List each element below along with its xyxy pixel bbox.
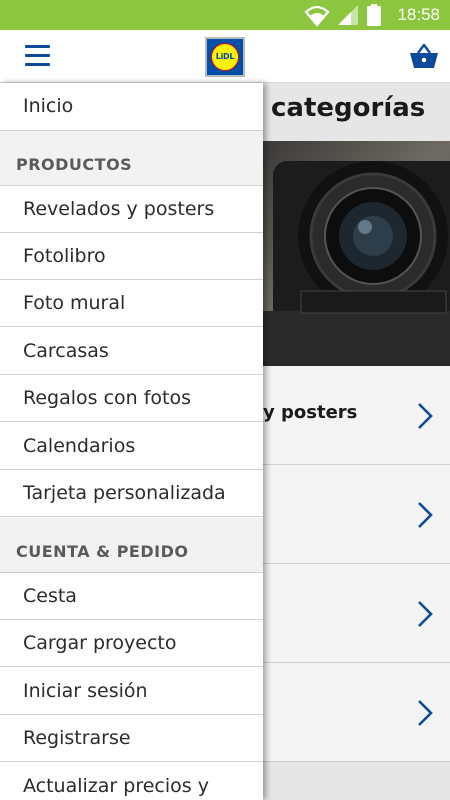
navigation-drawer: Inicio PRODUCTOS Revelados y posters Fot… bbox=[0, 83, 263, 800]
drawer-item-foto-mural[interactable]: Foto mural bbox=[0, 280, 263, 327]
drawer-item-inicio[interactable]: Inicio bbox=[0, 83, 263, 131]
logo-text: LiDL bbox=[211, 43, 239, 71]
menu-icon[interactable] bbox=[25, 45, 50, 67]
drawer-item-fotolibro[interactable]: Fotolibro bbox=[0, 233, 263, 280]
hero-camera-image bbox=[263, 141, 450, 366]
drawer-item-actualizar-precios[interactable]: Actualizar precios y bbox=[0, 763, 263, 800]
chevron-right-icon bbox=[418, 601, 433, 627]
basket-icon[interactable] bbox=[409, 43, 439, 69]
status-time: 18:58 bbox=[397, 5, 440, 24]
battery-icon bbox=[367, 4, 381, 26]
drawer-item-revelados[interactable]: Revelados y posters bbox=[0, 186, 263, 233]
drawer-item-carcasas[interactable]: Carcasas bbox=[0, 328, 263, 375]
page-title: categorías bbox=[271, 93, 426, 123]
drawer-item-cargar-proyecto[interactable]: Cargar proyecto bbox=[0, 620, 263, 667]
category-row[interactable] bbox=[263, 663, 450, 762]
drawer-item-cesta[interactable]: Cesta bbox=[0, 573, 263, 620]
section-header-productos: PRODUCTOS bbox=[0, 131, 263, 186]
chevron-right-icon bbox=[418, 502, 433, 528]
wifi-icon bbox=[304, 5, 330, 27]
drawer-item-tarjeta[interactable]: Tarjeta personalizada bbox=[0, 470, 263, 517]
category-page: categorías y posters bbox=[263, 83, 450, 800]
app-bar: LiDL bbox=[0, 30, 450, 83]
lidl-logo[interactable]: LiDL bbox=[205, 37, 245, 77]
category-row-label: y posters bbox=[263, 402, 358, 423]
section-title: PRODUCTOS bbox=[16, 155, 133, 174]
category-row[interactable] bbox=[263, 564, 450, 663]
category-row[interactable]: y posters bbox=[263, 366, 450, 465]
category-row[interactable] bbox=[263, 465, 450, 564]
drawer-item-regalos[interactable]: Regalos con fotos bbox=[0, 375, 263, 422]
camera-illustration bbox=[263, 161, 450, 366]
drawer-item-registrarse[interactable]: Registrarse bbox=[0, 715, 263, 762]
section-header-cuenta: CUENTA & PEDIDO bbox=[0, 518, 263, 573]
drawer-item-calendarios[interactable]: Calendarios bbox=[0, 423, 263, 470]
signal-icon bbox=[338, 5, 358, 25]
section-title: CUENTA & PEDIDO bbox=[16, 542, 189, 561]
chevron-right-icon bbox=[418, 700, 433, 726]
drawer-item-iniciar-sesion[interactable]: Iniciar sesión bbox=[0, 668, 263, 715]
status-bar: 18:58 bbox=[0, 0, 450, 30]
chevron-right-icon bbox=[418, 403, 433, 429]
